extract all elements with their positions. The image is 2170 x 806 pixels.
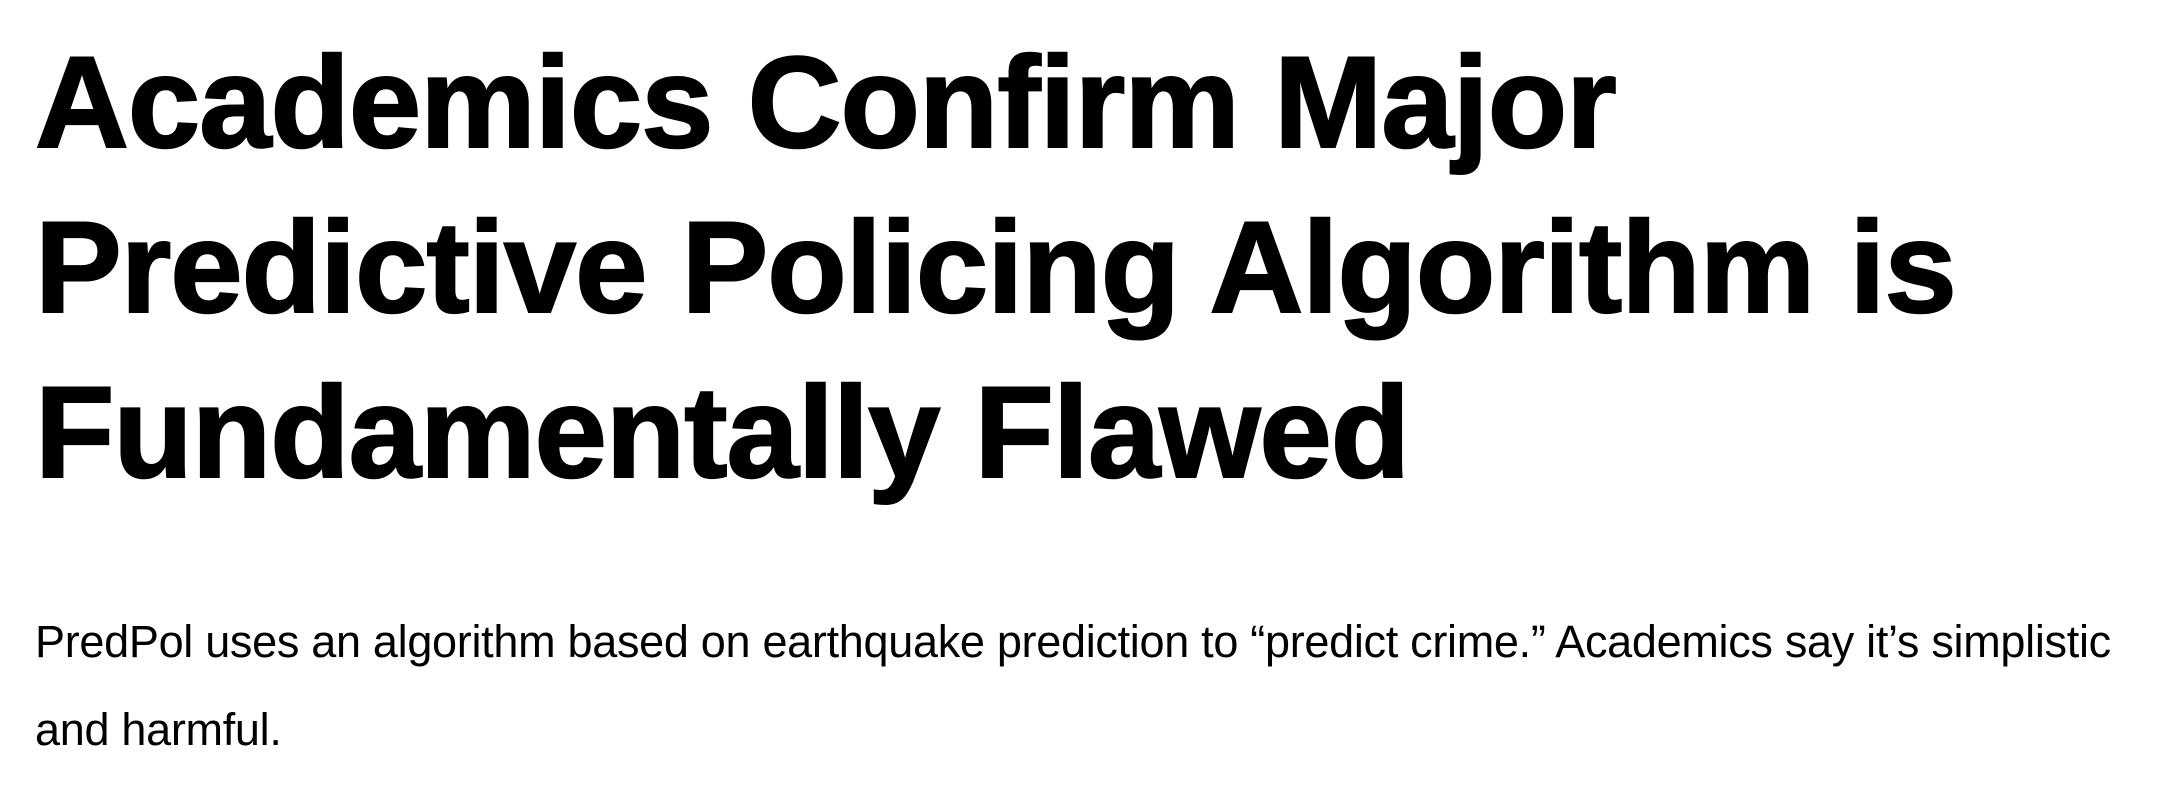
article-dek: PredPol uses an algorithm based on earth… (35, 616, 2111, 755)
article-headline: Academics Confirm Major Predictive Polic… (34, 28, 1958, 506)
article-header: Academics Confirm Major Predictive Polic… (34, 20, 2135, 755)
